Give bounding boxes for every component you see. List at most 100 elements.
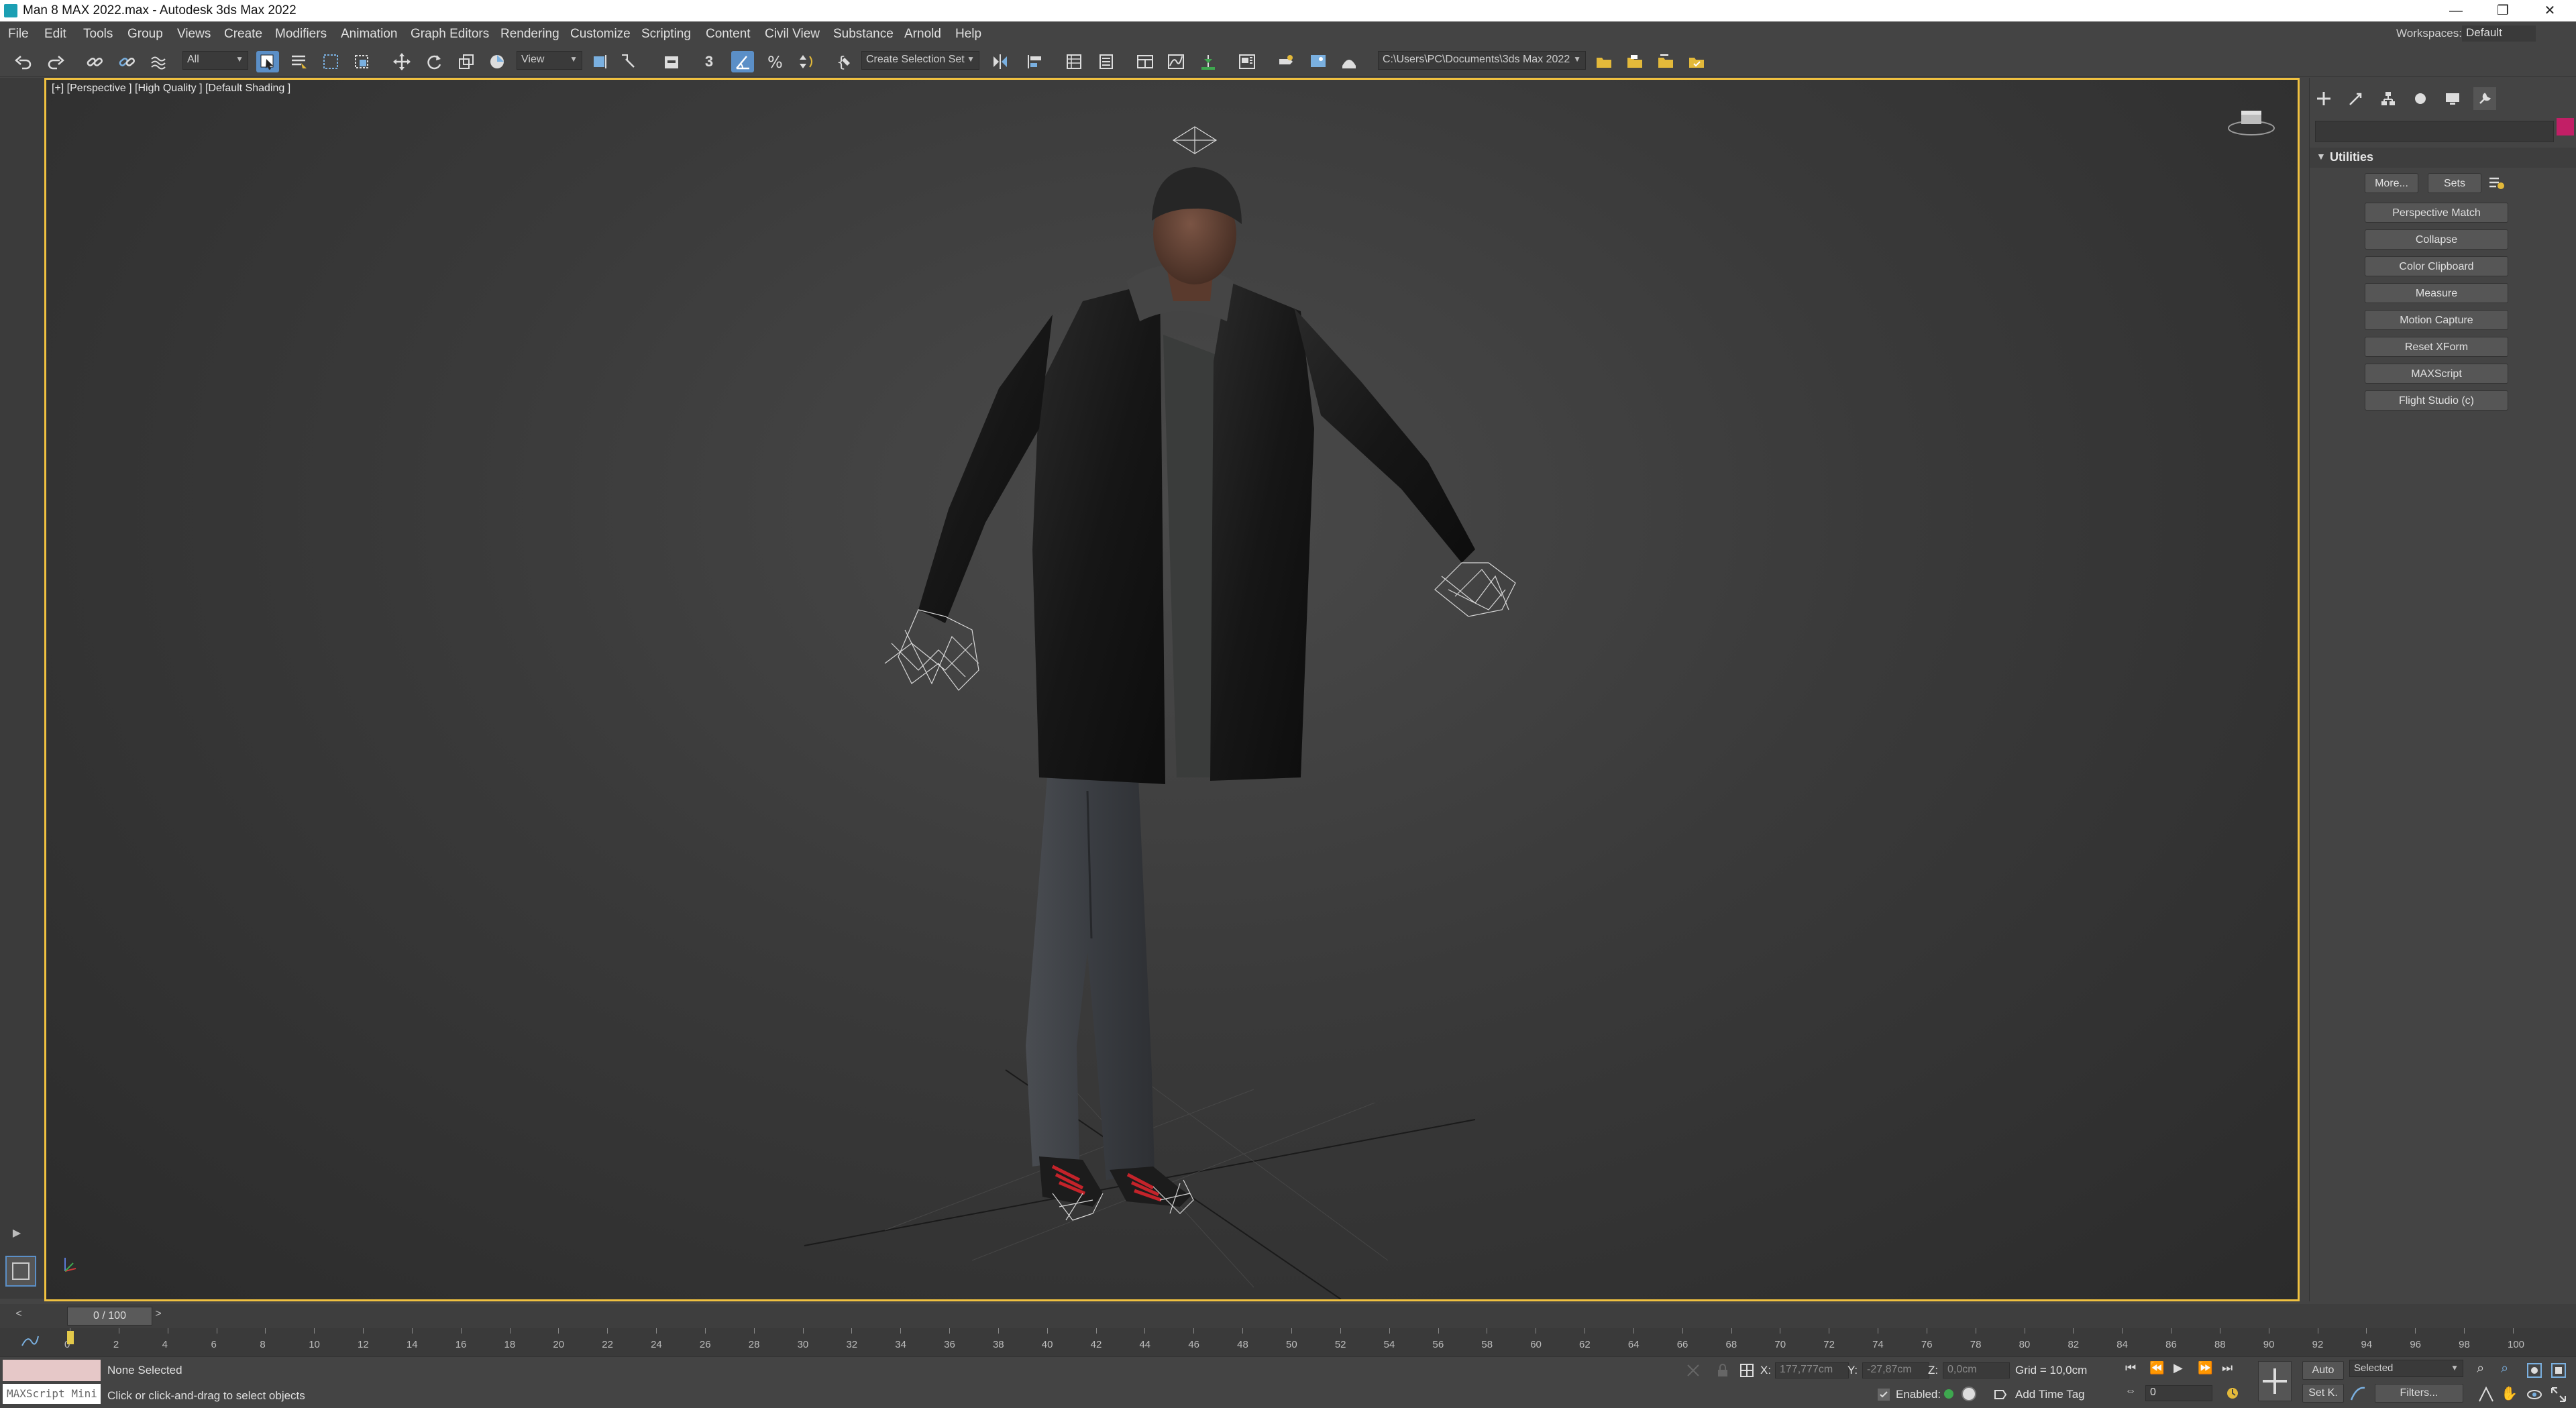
zoom-icon[interactable]: ⌕ xyxy=(2477,1361,2496,1380)
menu-group[interactable]: Group xyxy=(127,27,163,42)
undo-icon[interactable] xyxy=(12,51,35,72)
reference-coordinate-dropdown[interactable]: View ▼ xyxy=(517,51,582,70)
project-path-dropdown[interactable]: C:\Users\PC\Documents\3ds Max 2022 ▼ xyxy=(1378,51,1586,70)
utilities-tab-icon[interactable] xyxy=(2473,87,2496,110)
rectangular-selection-icon[interactable] xyxy=(319,51,342,72)
menu-content[interactable]: Content xyxy=(706,27,751,42)
menu-substance[interactable]: Substance xyxy=(833,27,894,42)
window-crossing-icon[interactable] xyxy=(350,51,373,72)
menu-scripting[interactable]: Scripting xyxy=(641,27,691,42)
character-model[interactable] xyxy=(46,80,2298,1299)
reset-xform-button[interactable]: Reset XForm xyxy=(2365,337,2508,357)
spinner-snap-icon[interactable] xyxy=(796,51,818,72)
previous-frame-icon[interactable]: ⏪ xyxy=(2149,1361,2168,1380)
menu-graph-editors[interactable]: Graph Editors xyxy=(411,27,489,42)
current-frame-field[interactable]: 0 xyxy=(2145,1385,2212,1401)
key-filters-button[interactable]: Filters... xyxy=(2375,1384,2463,1403)
object-name-field[interactable] xyxy=(2315,121,2554,142)
snap-toggle-icon[interactable]: 3 xyxy=(698,51,720,72)
edit-named-selection-icon[interactable]: { xyxy=(833,51,856,72)
perspective-viewport[interactable]: [+] [Perspective ] [High Quality ] [Defa… xyxy=(44,78,2300,1301)
menu-animation[interactable]: Animation xyxy=(341,27,398,42)
move-icon[interactable] xyxy=(390,51,413,72)
percent-snap-icon[interactable]: % xyxy=(763,51,786,72)
hierarchy-tab-icon[interactable] xyxy=(2377,87,2400,110)
maximize-viewport-icon[interactable] xyxy=(2549,1385,2568,1404)
object-color-swatch[interactable] xyxy=(2557,118,2574,136)
more-button[interactable]: More... xyxy=(2365,173,2418,193)
align-icon[interactable] xyxy=(1024,51,1046,72)
time-slider[interactable]: < 0 / 100 > xyxy=(0,1304,2576,1328)
next-frame-icon[interactable]: ⏩ xyxy=(2198,1361,2216,1380)
toggle-layer-explorer-icon[interactable] xyxy=(1095,51,1118,72)
link-icon[interactable] xyxy=(83,51,106,72)
z-coordinate-field[interactable]: 0,0cm xyxy=(1943,1362,2010,1378)
menu-tools[interactable]: Tools xyxy=(83,27,113,42)
schematic-view-icon[interactable] xyxy=(1197,51,1220,72)
placement-icon[interactable] xyxy=(486,51,508,72)
maxscript-listener-pink[interactable] xyxy=(3,1360,101,1381)
add-time-tag-label[interactable]: Add Time Tag xyxy=(2015,1388,2085,1401)
set-key-icon[interactable] xyxy=(2258,1361,2292,1401)
keyboard-shortcut-override-icon[interactable] xyxy=(660,51,683,72)
go-to-start-icon[interactable]: ⏮ xyxy=(2125,1361,2144,1380)
time-tag-icon[interactable] xyxy=(1876,1387,1892,1403)
menu-file[interactable]: File xyxy=(8,27,29,42)
menu-edit[interactable]: Edit xyxy=(44,27,66,42)
time-slider-thumb[interactable]: 0 / 100 xyxy=(67,1307,152,1325)
close-button[interactable]: ✕ xyxy=(2526,0,2573,21)
collapse-button[interactable]: Collapse xyxy=(2365,229,2508,250)
zoom-all-icon[interactable]: ⌕ xyxy=(2501,1361,2520,1380)
restore-button[interactable]: ❐ xyxy=(2479,0,2526,21)
selection-filter-dropdown[interactable]: All ▼ xyxy=(182,51,248,70)
viewcube-icon[interactable] xyxy=(2226,104,2276,138)
rendered-frame-window-icon[interactable] xyxy=(1307,51,1330,72)
named-selection-set-dropdown[interactable]: Create Selection Set ▼ xyxy=(861,51,979,70)
toggle-ribbon-icon[interactable] xyxy=(1134,51,1157,72)
render-setup-icon[interactable] xyxy=(1275,51,1297,72)
enabled-indicator-icon[interactable] xyxy=(1944,1389,1953,1399)
curve-editor-icon[interactable] xyxy=(1165,51,1187,72)
menu-customize[interactable]: Customize xyxy=(570,27,631,42)
mirror-icon[interactable] xyxy=(989,51,1012,72)
select-object-icon[interactable] xyxy=(256,51,279,72)
maxscript-mini-listener[interactable]: MAXScript Mini xyxy=(3,1384,101,1404)
toggle-scene-explorer-icon[interactable] xyxy=(1063,51,1085,72)
absolute-mode-transform-icon[interactable] xyxy=(1739,1362,1755,1378)
create-project-folder-icon[interactable] xyxy=(1654,51,1677,72)
x-coordinate-field[interactable]: 177,777cm xyxy=(1775,1362,1849,1378)
select-manipulate-icon[interactable] xyxy=(617,51,640,72)
go-to-end-icon[interactable]: ⏭ xyxy=(2222,1361,2241,1380)
render-production-icon[interactable] xyxy=(1338,51,1360,72)
time-slider-next-button[interactable]: > xyxy=(150,1308,166,1324)
minimize-button[interactable]: — xyxy=(2432,0,2479,21)
redo-icon[interactable] xyxy=(44,51,67,72)
pivot-center-icon[interactable] xyxy=(589,51,612,72)
set-project-folder-icon[interactable] xyxy=(1593,51,1615,72)
orbit-icon[interactable] xyxy=(2525,1385,2544,1404)
time-configuration-icon[interactable] xyxy=(2224,1385,2241,1401)
motion-tab-icon[interactable] xyxy=(2409,87,2432,110)
menu-modifiers[interactable]: Modifiers xyxy=(275,27,327,42)
create-tab-icon[interactable] xyxy=(2312,87,2335,110)
key-filter-selected-dropdown[interactable]: Selected ▼ xyxy=(2349,1360,2463,1377)
bind-space-warp-icon[interactable] xyxy=(148,51,170,72)
viewport-layout-tab[interactable] xyxy=(5,1256,36,1287)
modify-tab-icon[interactable] xyxy=(2345,87,2367,110)
display-tab-icon[interactable] xyxy=(2441,87,2464,110)
unlink-icon[interactable] xyxy=(115,51,138,72)
track-bar[interactable]: 0 2 4 6 8 10 12 14 16 18 20 22 24 26 28 30 32 34 36 38 40 42 4… xyxy=(0,1328,2576,1356)
default-in-out-tangents-icon[interactable] xyxy=(2349,1385,2367,1403)
workspaces-dropdown[interactable]: Default xyxy=(2462,25,2536,42)
field-of-view-icon[interactable] xyxy=(2477,1385,2496,1404)
lock-selection-icon[interactable] xyxy=(1715,1362,1731,1378)
expand-layout-icon[interactable]: ▶ xyxy=(8,1226,25,1242)
color-clipboard-button[interactable]: Color Clipboard xyxy=(2365,256,2508,276)
adaptive-degradation-icon[interactable] xyxy=(1962,1387,1976,1401)
project-template-icon[interactable] xyxy=(1685,51,1708,72)
zoom-extents-icon[interactable] xyxy=(2525,1361,2544,1380)
material-editor-icon[interactable] xyxy=(1236,51,1258,72)
zoom-extents-all-icon[interactable] xyxy=(2549,1361,2568,1380)
menu-rendering[interactable]: Rendering xyxy=(500,27,559,42)
angle-snap-icon[interactable] xyxy=(731,51,754,72)
